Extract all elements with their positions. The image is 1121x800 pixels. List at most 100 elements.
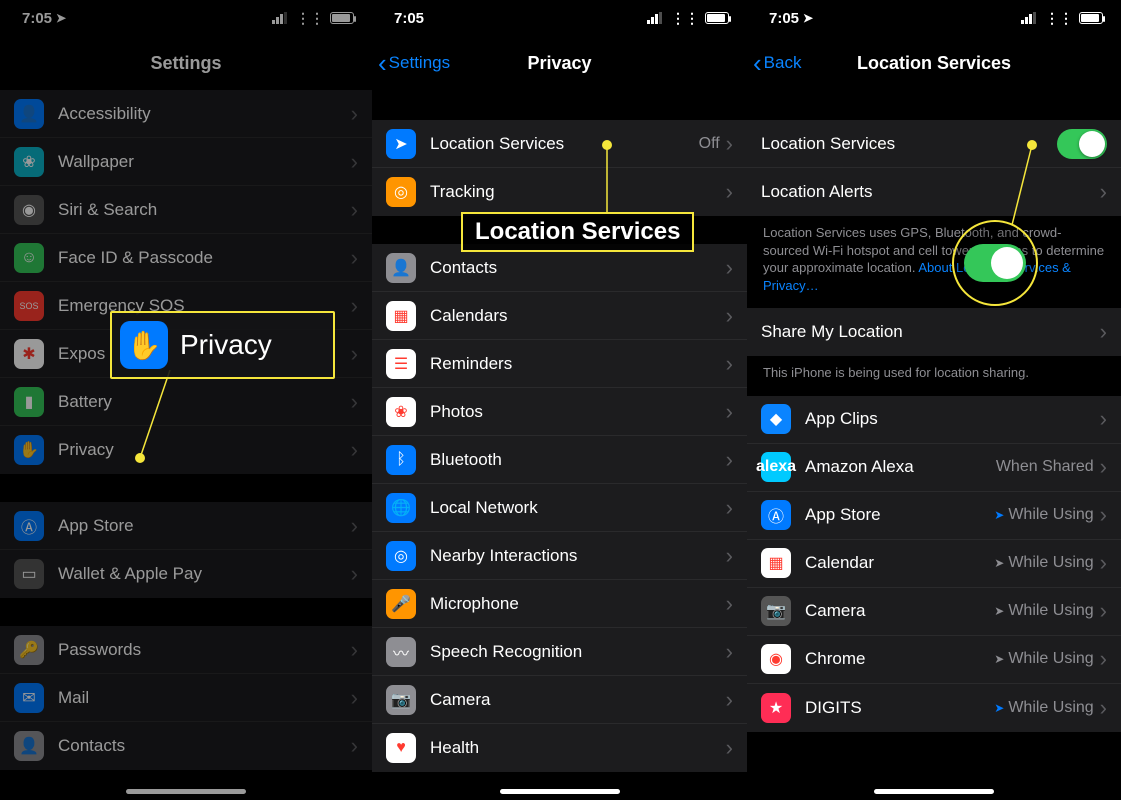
row-camera[interactable]: 📷Camera›	[372, 676, 747, 724]
row-faceid[interactable]: ☺ Face ID & Passcode›	[0, 234, 372, 282]
chevron-right-icon: ›	[351, 245, 358, 271]
row-share-my-location[interactable]: Share My Location ›	[747, 308, 1121, 356]
row-camera[interactable]: 📷Camera➤While Using›	[747, 588, 1121, 636]
digits-icon: ★	[761, 693, 791, 723]
row-label: Speech Recognition	[430, 642, 726, 662]
row-speech[interactable]: 〰Speech Recognition›	[372, 628, 747, 676]
contacts-icon: 👤	[386, 253, 416, 283]
row-battery[interactable]: ▮Battery›	[0, 378, 372, 426]
bluetooth-icon: ᛒ	[386, 445, 416, 475]
cell-icon	[1021, 12, 1039, 24]
row-app-store[interactable]: ⒶApp Store➤While Using›	[747, 492, 1121, 540]
row-nearby[interactable]: ◎Nearby Interactions›	[372, 532, 747, 580]
row-mail[interactable]: ✉Mail›	[0, 674, 372, 722]
chevron-right-icon: ›	[351, 197, 358, 223]
row-local-network[interactable]: 🌐Local Network›	[372, 484, 747, 532]
home-indicator[interactable]	[126, 789, 246, 794]
location-indicator-icon: ➤	[994, 652, 1004, 666]
row-label: App Store	[58, 516, 351, 536]
siri-search-icon: ◉	[14, 195, 44, 225]
chevron-right-icon: ›	[726, 303, 733, 329]
row-label: App Clips	[805, 409, 1100, 429]
row-label: Passwords	[58, 640, 351, 660]
row-wallet[interactable]: ▭Wallet & Apple Pay›	[0, 550, 372, 598]
row-health[interactable]: ♥Health›	[372, 724, 747, 772]
row-location-services-toggle[interactable]: Location Services	[747, 120, 1121, 168]
accessibility-icon: 👤	[14, 99, 44, 129]
row-label: Contacts	[58, 736, 351, 756]
cell-icon	[272, 12, 290, 24]
back-button[interactable]: ‹Back	[753, 50, 801, 76]
row-wallpaper[interactable]: ❀Wallpaper›	[0, 138, 372, 186]
wallpaper-icon: ❀	[14, 147, 44, 177]
row-label: Tracking	[430, 182, 726, 202]
chevron-right-icon: ›	[1100, 319, 1107, 345]
row-label: Battery	[58, 392, 351, 412]
toggle-location-services[interactable]	[1057, 129, 1107, 159]
row-microphone[interactable]: 🎤Microphone›	[372, 580, 747, 628]
row-passwords[interactable]: 🔑 Passwords›	[0, 626, 372, 674]
row-label: Bluetooth	[430, 450, 726, 470]
chevron-right-icon: ›	[351, 513, 358, 539]
row-label: Nearby Interactions	[430, 546, 726, 566]
row-photos[interactable]: ❀Photos›	[372, 388, 747, 436]
home-indicator[interactable]	[874, 789, 994, 794]
battery-icon	[1079, 12, 1103, 24]
home-indicator[interactable]	[500, 789, 620, 794]
row-bluetooth[interactable]: ᛒBluetooth›	[372, 436, 747, 484]
status-time: 7:05	[769, 10, 799, 27]
row-digits[interactable]: ★DIGITS➤While Using›	[747, 684, 1121, 732]
row-chrome[interactable]: ◉Chrome➤While Using›	[747, 636, 1121, 684]
row-location-alerts[interactable]: Location Alerts ›	[747, 168, 1121, 216]
wifi-icon: ⋮⋮	[1045, 10, 1073, 27]
chevron-right-icon: ›	[351, 149, 358, 175]
row-app-clips[interactable]: ◆App Clips›	[747, 396, 1121, 444]
row-tracking[interactable]: ◎ Tracking›	[372, 168, 747, 216]
row-label: Location Services	[430, 134, 699, 154]
row-accessibility[interactable]: 👤Accessibility›	[0, 90, 372, 138]
row-calendar[interactable]: ▦Calendar➤While Using›	[747, 540, 1121, 588]
nav-bar: ‹Back Location Services	[747, 36, 1121, 90]
callout-toggle	[952, 220, 1038, 306]
row-value: While Using	[1008, 554, 1093, 572]
row-value: While Using	[1008, 602, 1093, 620]
row-siri-search[interactable]: ◉Siri & Search›	[0, 186, 372, 234]
page-title: Privacy	[527, 53, 591, 74]
app-clips-icon: ◆	[761, 404, 791, 434]
row-value: While Using	[1008, 506, 1093, 524]
row-reminders[interactable]: ☰Reminders›	[372, 340, 747, 388]
faceid-icon: ☺	[14, 243, 44, 273]
exposure-icon: ✱	[14, 339, 44, 369]
row-app-store[interactable]: Ⓐ App Store›	[0, 502, 372, 550]
row-label: DIGITS	[805, 698, 994, 718]
location-indicator-icon: ➤	[994, 604, 1004, 618]
row-location-services[interactable]: ➤Location ServicesOff›	[372, 120, 747, 168]
app-store-icon: Ⓐ	[14, 511, 44, 541]
share-location-footer: This iPhone is being used for location s…	[747, 356, 1121, 396]
row-label: Local Network	[430, 498, 726, 518]
row-label: Reminders	[430, 354, 726, 374]
tracking-icon: ◎	[386, 177, 416, 207]
status-bar: 7:05 ⋮⋮	[372, 0, 747, 36]
chevron-right-icon: ›	[351, 733, 358, 759]
row-label: Wallet & Apple Pay	[58, 564, 351, 584]
row-calendars[interactable]: ▦Calendars›	[372, 292, 747, 340]
row-label: Location Alerts	[761, 182, 1100, 202]
alexa-icon: alexa	[761, 452, 791, 482]
back-button[interactable]: ‹Settings	[378, 50, 450, 76]
chevron-right-icon: ›	[351, 637, 358, 663]
row-contacts[interactable]: 👤Contacts›	[0, 722, 372, 770]
nav-bar: Settings	[0, 36, 372, 90]
passwords-icon: 🔑	[14, 635, 44, 665]
location-indicator-icon: ➤	[994, 701, 1004, 715]
row-alexa[interactable]: alexaAmazon AlexaWhen Shared›	[747, 444, 1121, 492]
chevron-right-icon: ›	[726, 591, 733, 617]
screen-location-services: 7:05 ➤ ⋮⋮ ‹Back Location Services Locatio…	[747, 0, 1121, 800]
page-title: Location Services	[857, 53, 1011, 74]
row-privacy[interactable]: ✋Privacy›	[0, 426, 372, 474]
chevron-right-icon: ›	[726, 179, 733, 205]
chevron-right-icon: ›	[1100, 454, 1107, 480]
row-label: Face ID & Passcode	[58, 248, 351, 268]
page-title: Settings	[150, 53, 221, 74]
chevron-right-icon: ›	[726, 543, 733, 569]
